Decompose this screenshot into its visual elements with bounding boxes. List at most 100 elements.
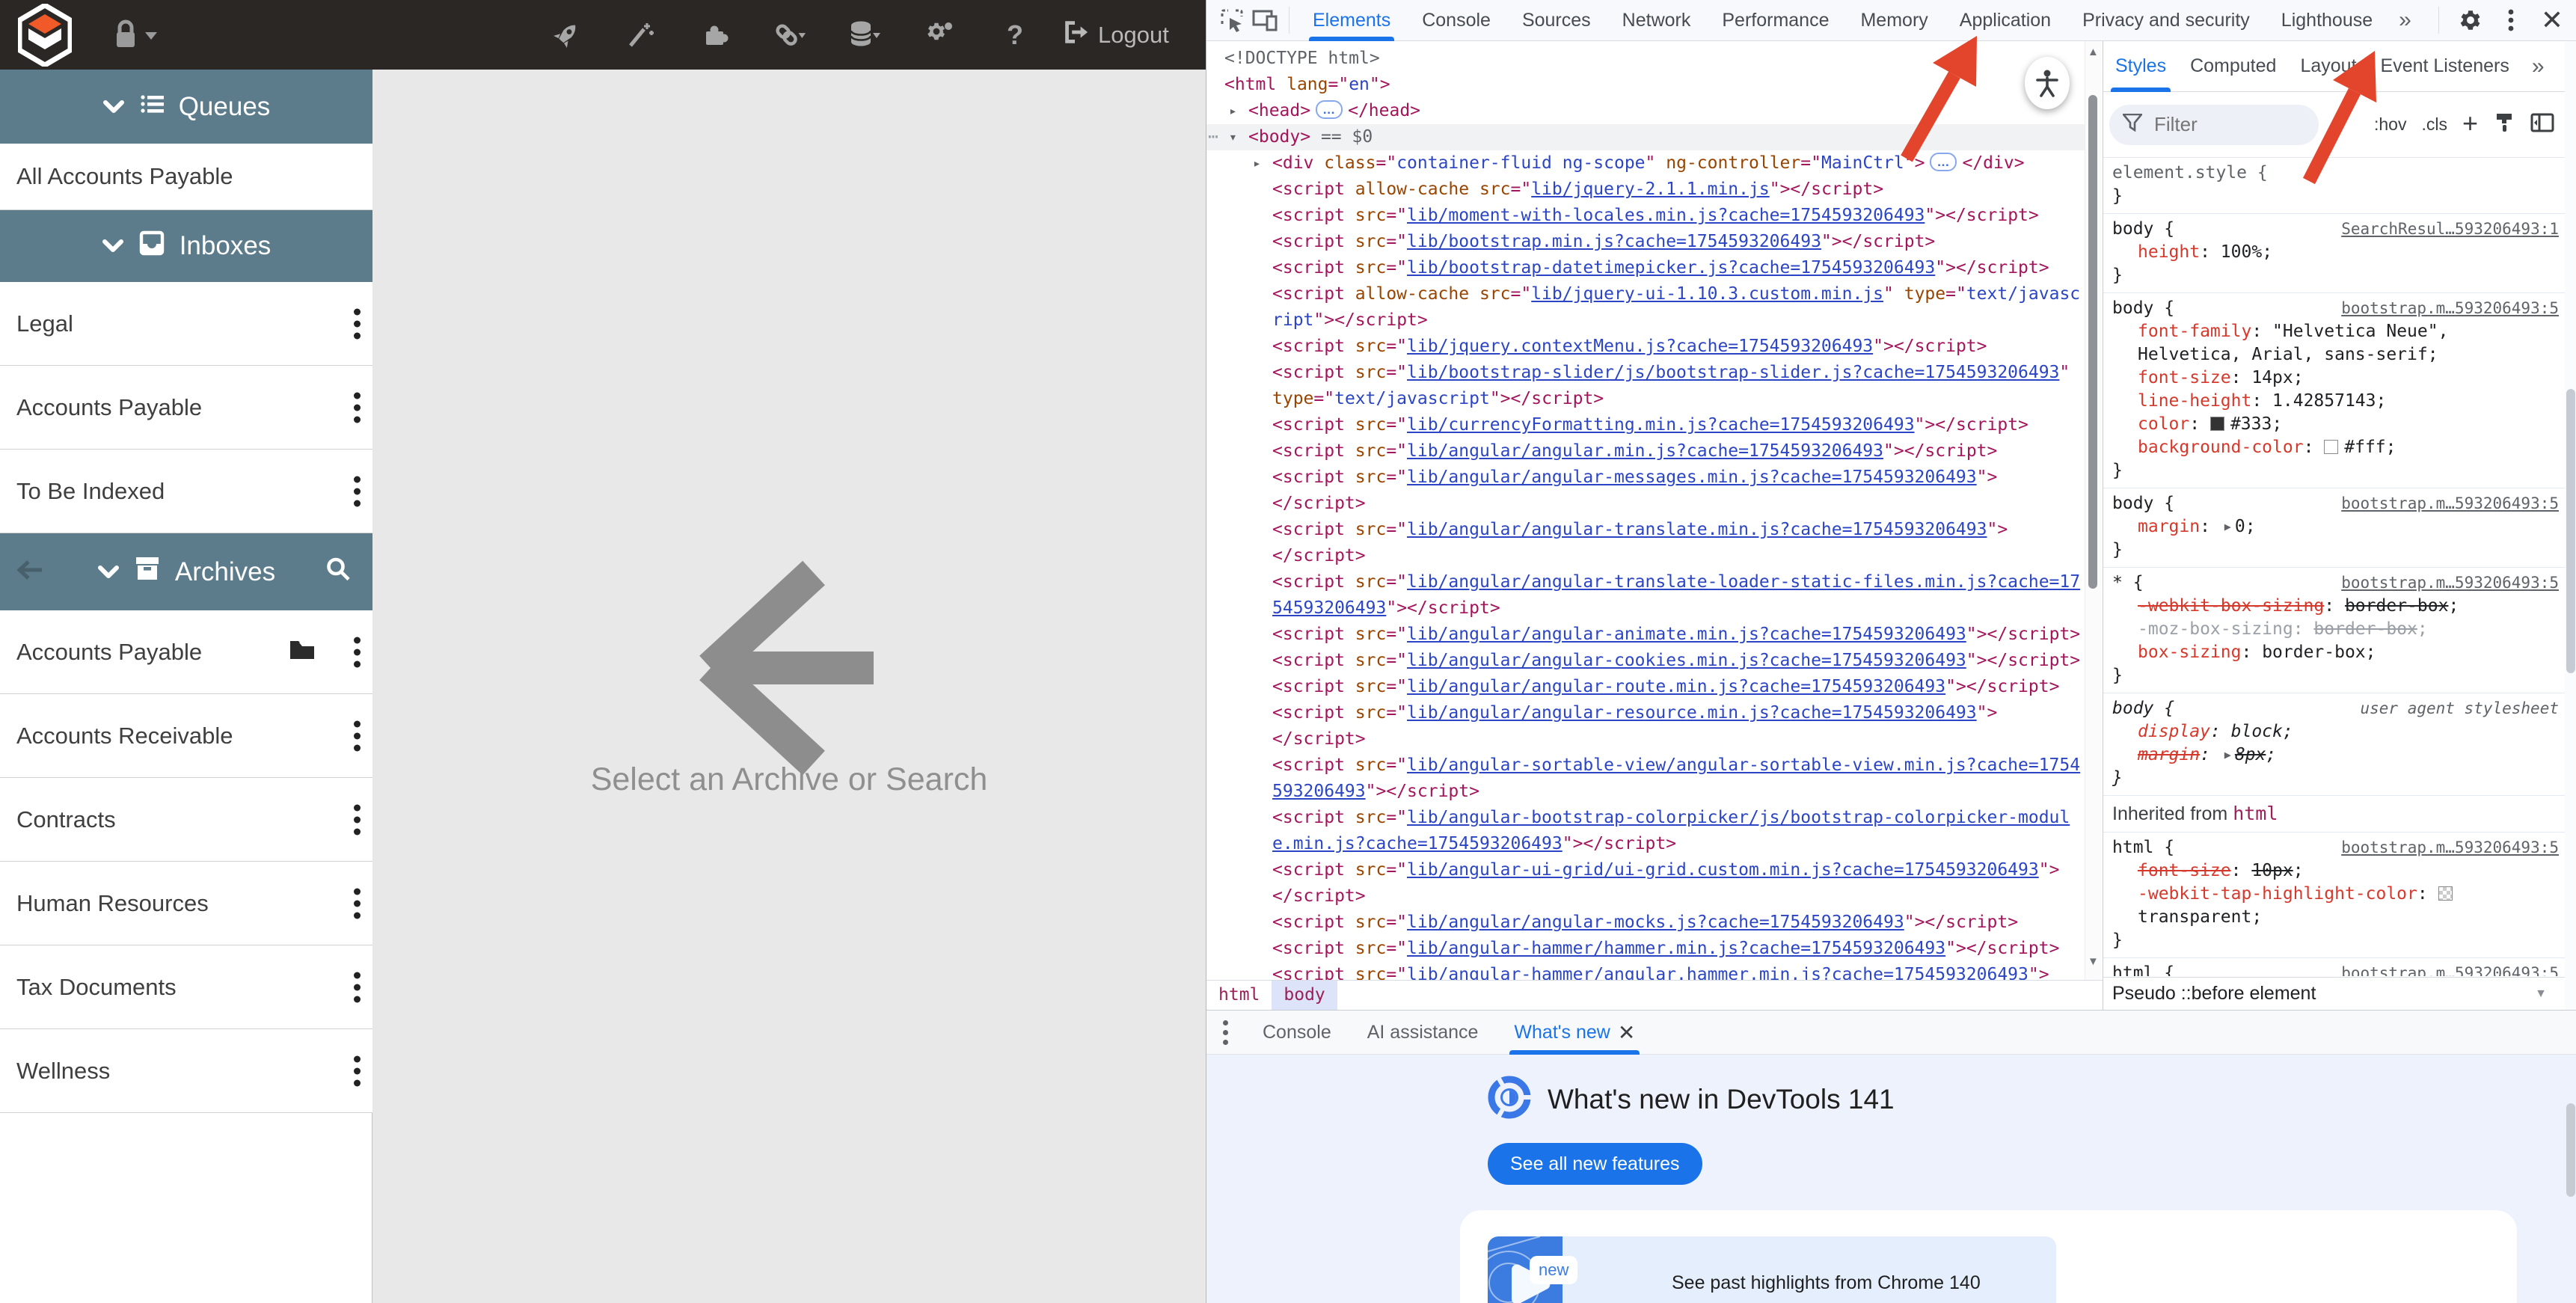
styles-filter[interactable]	[2109, 105, 2319, 145]
style-rule[interactable]: bootstrap.m…593206493:5* {-webkit-box-si…	[2103, 568, 2565, 693]
stylesheet-source-link[interactable]: bootstrap.m…593206493:5	[2341, 492, 2559, 515]
dom-node[interactable]: <script src="lib/bootstrap-datetimepicke…	[1206, 255, 2085, 281]
kebab-menu-icon[interactable]	[354, 476, 361, 506]
dom-node[interactable]: ▸<head>…</head>	[1206, 98, 2085, 124]
rule-selector[interactable]: body {	[2112, 494, 2174, 513]
lock-menu[interactable]	[112, 18, 157, 55]
dom-node[interactable]: <script src="lib/angular-bootstrap-color…	[1206, 805, 2085, 857]
elements-scrollbar[interactable]: ▲ ▼	[2085, 41, 2101, 980]
sidebar-section-header-inboxes[interactable]: Inboxes	[0, 210, 372, 282]
style-rule[interactable]: element.style {}	[2103, 158, 2565, 214]
css-property[interactable]: font-size: 14px;	[2112, 367, 2559, 390]
css-property[interactable]: display: block;	[2112, 720, 2559, 744]
dom-node[interactable]: <script src="lib/angular/angular-transla…	[1206, 517, 2085, 569]
css-property[interactable]: margin: ▶8px;	[2112, 744, 2559, 767]
style-rule[interactable]: bootstrap.m…593206493:5html {font-size: …	[2103, 833, 2565, 958]
dom-node[interactable]: <script src="lib/angular/angular-resourc…	[1206, 700, 2085, 752]
link-icon[interactable]	[774, 19, 807, 52]
sidebar-item-accounts-payable[interactable]: Accounts Payable	[0, 610, 372, 694]
see-all-features-button[interactable]: See all new features	[1488, 1143, 1702, 1185]
tab-sources[interactable]: Sources	[1506, 0, 1607, 41]
gears-icon[interactable]	[924, 19, 957, 52]
rendering-brush-icon[interactable]	[2493, 111, 2515, 138]
search-icon[interactable]	[326, 557, 350, 587]
dom-node[interactable]: <script allow-cache src="lib/jquery-2.1.…	[1206, 177, 2085, 203]
styles-tab-event-listeners[interactable]: Event Listeners	[2369, 41, 2521, 92]
kebab-menu-icon[interactable]	[354, 308, 361, 339]
dom-node[interactable]: <script allow-cache src="lib/jquery-ui-1…	[1206, 281, 2085, 334]
sidebar-item-to-be-indexed[interactable]: To Be Indexed	[0, 450, 372, 533]
dom-node[interactable]: <script src="lib/angular/angular-mocks.j…	[1206, 910, 2085, 936]
toggle-hover-state-button[interactable]: :hov	[2374, 114, 2406, 135]
scrollbar-thumb[interactable]	[2088, 95, 2097, 589]
tab-privacy-and-security[interactable]: Privacy and security	[2067, 0, 2266, 41]
sidebar-item-accounts-payable[interactable]: Accounts Payable	[0, 366, 372, 450]
dom-node[interactable]: <script src="lib/jquery.contextMenu.js?c…	[1206, 334, 2085, 360]
sidebar-section-header-queues[interactable]: Queues	[0, 70, 372, 144]
rule-selector[interactable]: * {	[2112, 573, 2144, 592]
expand-more-badge[interactable]: …	[1930, 153, 1957, 171]
pseudo-element-section[interactable]: Pseudo ::before element ▼	[2103, 977, 2565, 1010]
accessibility-person-button[interactable]	[2025, 57, 2070, 109]
css-property[interactable]: -webkit-tap-highlight-color: transparent…	[2112, 883, 2559, 929]
sidebar-item-contracts[interactable]: Contracts	[0, 778, 372, 862]
style-rule[interactable]: bootstrap.m…593206493:5body {margin: ▶0;…	[2103, 488, 2565, 568]
sidebar-item-wellness[interactable]: Wellness	[0, 1029, 372, 1113]
kebab-menu-icon[interactable]	[354, 1055, 361, 1086]
color-swatch[interactable]	[2324, 440, 2338, 454]
device-toolbar-icon[interactable]	[1248, 4, 1281, 37]
rule-selector[interactable]: body {	[2112, 219, 2174, 239]
css-property[interactable]: height: 100%;	[2112, 241, 2559, 264]
css-property[interactable]: font-family: "Helvetica Neue", Helvetica…	[2112, 320, 2559, 367]
devtools-menu-kebab-icon[interactable]	[2494, 4, 2527, 37]
scroll-down-icon[interactable]: ▼	[2088, 955, 2099, 968]
dom-node[interactable]: <script src="lib/moment-with-locales.min…	[1206, 203, 2085, 229]
rule-selector[interactable]: body {	[2112, 699, 2174, 718]
close-devtools-icon[interactable]: ✕	[2535, 4, 2569, 36]
inspect-element-icon[interactable]	[1215, 4, 1248, 37]
dom-node[interactable]: <script src="lib/angular/angular.min.js?…	[1206, 438, 2085, 465]
drawer-menu-kebab-icon[interactable]	[1206, 1020, 1245, 1045]
drawer-tab-console[interactable]: Console	[1245, 1011, 1349, 1055]
tab-elements[interactable]: Elements	[1297, 0, 1406, 41]
css-property[interactable]: color: #333;	[2112, 413, 2559, 436]
css-property[interactable]: -moz-box-sizing: border-box;	[2112, 618, 2559, 641]
tab-performance[interactable]: Performance	[1706, 0, 1844, 41]
stylesheet-source-link[interactable]: user agent stylesheet	[2360, 697, 2559, 720]
style-rule[interactable]: bootstrap.m…593206493:5body {font-family…	[2103, 293, 2565, 488]
rule-selector[interactable]: html {	[2112, 838, 2174, 857]
styles-scrollbar[interactable]	[2565, 41, 2576, 1010]
breadcrumb-item-body[interactable]: body	[1272, 981, 1337, 1010]
styles-tab-styles[interactable]: Styles	[2103, 41, 2178, 92]
sidebar-item-tax-documents[interactable]: Tax Documents	[0, 945, 372, 1029]
drawer-tab-ai-assistance[interactable]: AI assistance	[1349, 1011, 1497, 1055]
expand-more-badge[interactable]: …	[1316, 100, 1343, 119]
rule-selector[interactable]: element.style {	[2112, 163, 2268, 183]
drawer-scrollbar[interactable]	[2566, 1103, 2575, 1197]
tab-application[interactable]: Application	[1944, 0, 2067, 41]
new-style-rule-button[interactable]: +	[2462, 116, 2478, 131]
dom-node[interactable]: <script src="lib/bootstrap-slider/js/boo…	[1206, 360, 2085, 412]
dom-node[interactable]: <html lang="en">	[1206, 72, 2085, 98]
puzzle-icon[interactable]	[699, 19, 732, 52]
color-swatch[interactable]	[2438, 886, 2453, 901]
style-rule[interactable]: bootstrap.m…593206493:5html {font-family…	[2103, 958, 2565, 976]
dom-node[interactable]: <script src="lib/angular/angular-route.m…	[1206, 674, 2085, 700]
rocket-icon[interactable]	[550, 19, 583, 52]
wand-icon[interactable]	[625, 19, 657, 52]
dom-node[interactable]: <script src="lib/angular/angular-message…	[1206, 465, 2085, 517]
dom-node[interactable]: <script src="lib/angular-sortable-view/a…	[1206, 752, 2085, 805]
styles-tab-computed[interactable]: Computed	[2178, 41, 2288, 92]
tab-memory[interactable]: Memory	[1844, 0, 1943, 41]
logout-button[interactable]: Logout	[1061, 0, 1169, 70]
sidebar-section-header-archives[interactable]: Archives	[0, 533, 372, 610]
css-property[interactable]: font-size: 10px;	[2112, 859, 2559, 883]
sidebar-item-all-accounts-payable[interactable]: All Accounts Payable	[0, 144, 372, 210]
stylesheet-source-link[interactable]: SearchResul…593206493:1	[2341, 218, 2559, 241]
back-arrow-icon[interactable]	[16, 557, 45, 587]
kebab-menu-icon[interactable]	[354, 888, 361, 919]
database-icon[interactable]	[849, 19, 882, 52]
sidebar-item-legal[interactable]: Legal	[0, 282, 372, 366]
stylesheet-source-link[interactable]: bootstrap.m…593206493:5	[2341, 297, 2559, 320]
dom-node[interactable]: <script src="lib/angular/angular-transla…	[1206, 569, 2085, 622]
